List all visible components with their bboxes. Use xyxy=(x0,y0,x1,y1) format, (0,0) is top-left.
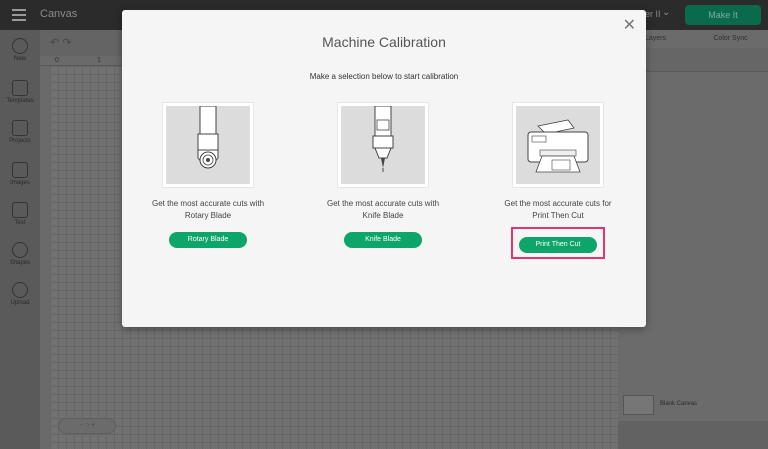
description-line: Get the most accurate cuts with xyxy=(326,199,440,208)
description-line: Get the most accurate cuts for xyxy=(504,199,612,208)
sidebar-item-label: Templates xyxy=(6,98,34,104)
blank-canvas-label: Blank Canvas xyxy=(660,401,698,407)
sidebar-item-projects[interactable]: Projects xyxy=(0,120,40,144)
sidebar-item-new[interactable]: New xyxy=(0,38,40,62)
image-icon xyxy=(12,162,28,178)
option-knife-blade: Get the most accurate cuts with Knife Bl… xyxy=(303,102,463,248)
rotary-blade-icon xyxy=(197,106,219,169)
knife-blade-thumbnail xyxy=(337,102,429,188)
upload-icon xyxy=(12,282,28,298)
sidebar-item-text[interactable]: Text xyxy=(0,202,40,226)
knife-blade-button[interactable]: Knife Blade xyxy=(344,232,422,248)
chevron-down-icon[interactable]: ⌄ xyxy=(662,7,670,18)
printer-icon xyxy=(527,119,589,173)
sidebar-item-label: Images xyxy=(10,180,30,186)
sidebar-item-templates[interactable]: Templates xyxy=(0,80,40,104)
sidebar-item-label: Upload xyxy=(10,300,30,306)
highlight-outline: Print Then Cut xyxy=(511,227,605,259)
option-description: Get the most accurate cuts with Knife Bl… xyxy=(303,198,463,222)
option-print-then-cut: Get the most accurate cuts for Print The… xyxy=(478,102,638,259)
sidebar-item-upload[interactable]: Upload xyxy=(0,282,40,306)
option-description: Get the most accurate cuts for Print The… xyxy=(478,198,638,222)
option-description: Get the most accurate cuts with Rotary B… xyxy=(128,198,288,222)
book-icon xyxy=(12,120,28,136)
dialog-subtitle: Make a selection below to start calibrat… xyxy=(309,72,459,81)
knife-blade-icon xyxy=(372,106,394,172)
ruler-mark: 1 xyxy=(97,57,101,64)
description-line: Rotary Blade xyxy=(184,211,232,220)
rotary-blade-thumbnail xyxy=(162,102,254,188)
shirt-icon xyxy=(12,80,28,96)
layers-actions-bar xyxy=(618,421,768,449)
print-then-cut-button[interactable]: Print Then Cut xyxy=(519,237,597,253)
sidebar-item-label: New xyxy=(13,56,26,62)
make-it-button[interactable]: Make It xyxy=(685,5,761,25)
description-line: Print Then Cut xyxy=(532,211,584,220)
machine-selector[interactable]: er II xyxy=(645,9,661,19)
ruler-left xyxy=(40,66,50,449)
text-icon xyxy=(12,202,28,218)
tab-color-sync[interactable]: Color Sync xyxy=(693,30,768,48)
left-sidebar: New Templates Projects Images Text Shape… xyxy=(0,30,40,449)
sidebar-item-shapes[interactable]: Shapes xyxy=(0,242,40,266)
sidebar-item-label: Projects xyxy=(9,138,31,144)
app-title: Canvas xyxy=(40,8,78,20)
undo-icon[interactable]: ↶ ↷ xyxy=(50,36,72,49)
rotary-blade-button[interactable]: Rotary Blade xyxy=(169,232,247,248)
sidebar-item-label: Shapes xyxy=(9,260,31,266)
zoom-control[interactable]: − ○ + xyxy=(58,418,116,434)
sidebar-item-images[interactable]: Images xyxy=(0,162,40,186)
description-line: Get the most accurate cuts with xyxy=(151,199,265,208)
description-line: Knife Blade xyxy=(362,211,404,220)
machine-calibration-dialog: ✕ Machine Calibration Make a selection b… xyxy=(122,10,646,327)
dialog-title: Machine Calibration xyxy=(322,34,446,50)
blank-canvas-thumbnail[interactable] xyxy=(623,395,654,415)
print-then-cut-thumbnail xyxy=(512,102,604,188)
option-rotary-blade: Get the most accurate cuts with Rotary B… xyxy=(128,102,288,248)
hamburger-menu-icon[interactable] xyxy=(12,9,26,21)
shapes-icon xyxy=(12,242,28,258)
ruler-mark: 0 xyxy=(55,57,59,64)
close-icon[interactable]: ✕ xyxy=(623,18,636,34)
sidebar-item-label: Text xyxy=(14,220,26,226)
plus-icon xyxy=(12,38,28,54)
